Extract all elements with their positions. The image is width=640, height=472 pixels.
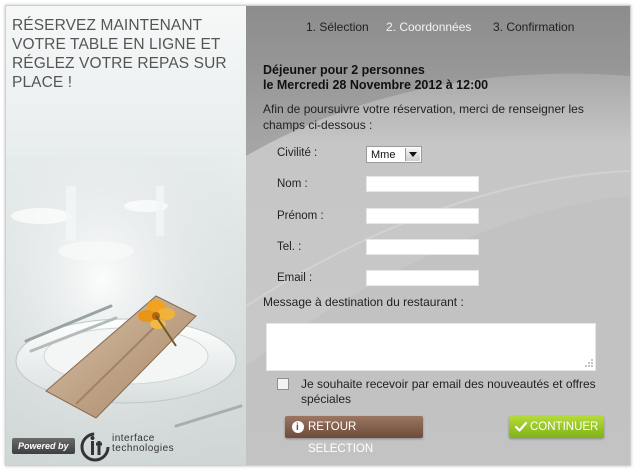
message-textarea[interactable] [266, 323, 596, 371]
step-coordonnees: 2. Coordonnées [386, 20, 472, 34]
civilite-select[interactable]: Mme [366, 146, 422, 163]
promo-line: PLACE ! [12, 74, 73, 91]
email-field[interactable] [366, 270, 479, 286]
prenom-field[interactable] [366, 208, 479, 224]
booking-summary: Déjeuner pour 2 personnes le Mercredi 28… [263, 63, 488, 93]
tel-field[interactable] [366, 239, 479, 255]
tel-label: Tel. : [277, 241, 302, 253]
nom-label: Nom : [277, 178, 308, 190]
promo-text: RÉSERVEZ MAINTENANT VOTRE TABLE EN LIGNE… [12, 16, 240, 92]
back-button-label: RETOUR SELECTION [308, 421, 374, 455]
back-to-selection-button[interactable]: RETOUR SELECTION [285, 416, 423, 455]
brand-line: technologies [112, 443, 175, 454]
prenom-label: Prénom : [277, 210, 324, 222]
civilite-label: Civilité : [277, 147, 318, 159]
form-instructions: Afin de poursuivre votre réservation, me… [263, 102, 584, 132]
powered-by-footer: Powered by interface technologies [6, 432, 246, 462]
interface-technologies-logo-icon [80, 432, 110, 462]
promo-line: RÉGLEZ VOTRE REPAS SUR [12, 55, 227, 72]
booking-datetime: le Mercredi 28 Novembre 2012 à 12:00 [263, 78, 489, 92]
table-setting-photo [6, 156, 246, 465]
email-label: Email : [277, 272, 313, 284]
step-selection[interactable]: 1. Sélection [306, 20, 369, 34]
resize-grip-icon[interactable] [584, 358, 594, 368]
continue-button-label: CONTINUER [530, 421, 599, 433]
newsletter-checkbox[interactable] [277, 378, 289, 390]
newsletter-label: Je souhaite recevoir par email des nouve… [301, 377, 596, 406]
civilite-value: Mme [371, 149, 396, 161]
promo-panel: RÉSERVEZ MAINTENANT VOTRE TABLE EN LIGNE… [6, 6, 246, 465]
brand-name: interface technologies [112, 434, 174, 454]
step-confirmation: 3. Confirmation [493, 20, 575, 34]
checkmark-icon [515, 421, 527, 432]
nom-field[interactable] [366, 176, 479, 192]
promo-line: VOTRE TABLE EN LIGNE ET [12, 36, 221, 53]
continue-button[interactable]: CONTINUER [509, 416, 604, 438]
promo-line: RÉSERVEZ MAINTENANT [12, 17, 203, 34]
booking-widget: RÉSERVEZ MAINTENANT VOTRE TABLE EN LIGNE… [5, 5, 631, 466]
booking-party: Déjeuner pour 2 personnes [263, 63, 425, 77]
info-icon [292, 417, 304, 439]
dropdown-arrow-icon[interactable] [405, 148, 420, 161]
powered-by-badge: Powered by [12, 438, 75, 454]
message-label: Message à destination du restaurant : [263, 295, 464, 309]
reservation-form-panel: 1. Sélection 2. Coordonnées 3. Confirmat… [246, 6, 630, 465]
